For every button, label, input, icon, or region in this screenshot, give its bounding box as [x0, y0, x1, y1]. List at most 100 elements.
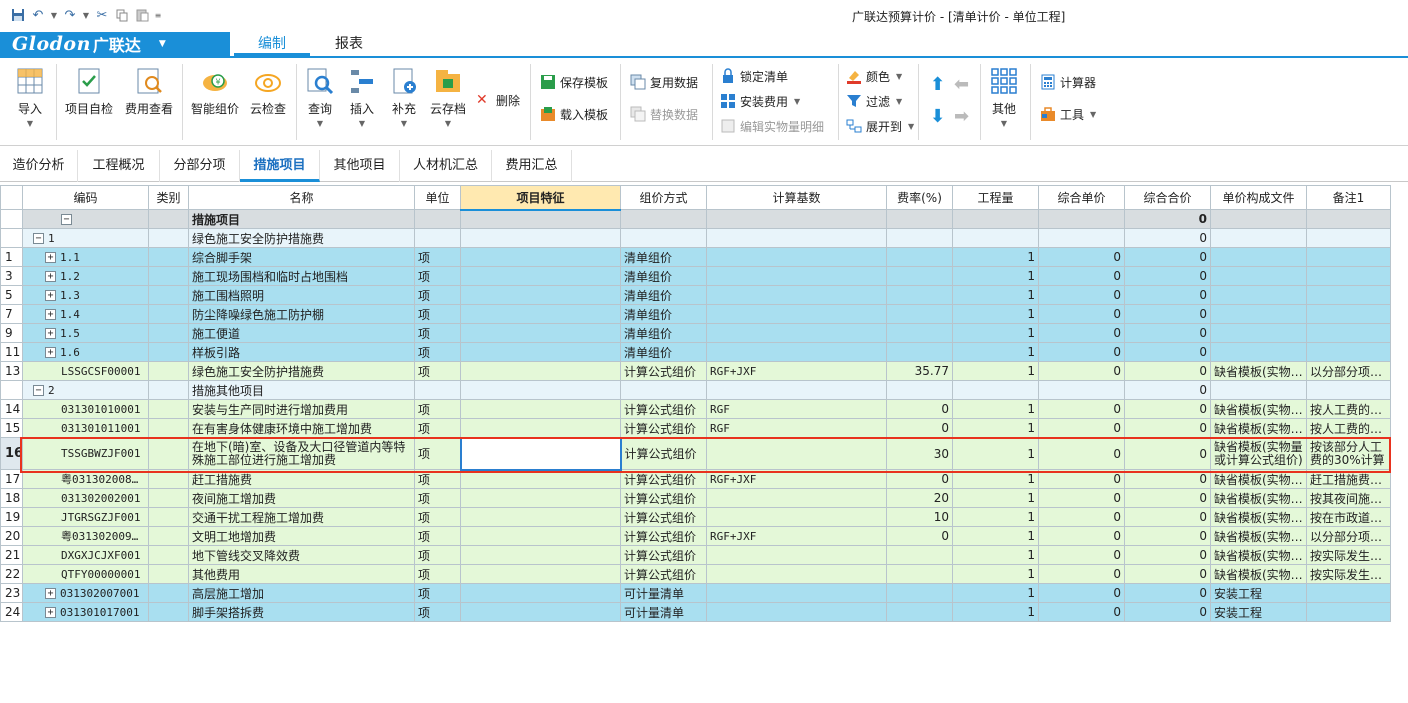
unit-price-cell[interactable]: 0 — [1038, 583, 1125, 603]
category-cell[interactable] — [148, 380, 189, 400]
price-file-cell[interactable]: 缺省模板(实物… — [1210, 526, 1307, 546]
feature-cell[interactable] — [460, 469, 621, 489]
unit-price-cell[interactable]: 0 — [1038, 361, 1125, 381]
unit-price-cell[interactable]: 0 — [1038, 323, 1125, 343]
base-cell[interactable] — [706, 266, 887, 286]
price-file-cell[interactable]: 缺省模板(实物… — [1210, 564, 1307, 584]
price-file-cell[interactable]: 缺省模板(实物… — [1210, 399, 1307, 419]
method-cell[interactable]: 可计量清单 — [620, 602, 707, 622]
rate-cell[interactable] — [886, 209, 953, 229]
price-file-cell[interactable] — [1210, 323, 1307, 343]
unit-cell[interactable]: 项 — [414, 545, 461, 565]
feature-cell[interactable] — [460, 247, 621, 267]
cloud-check-button[interactable]: 云检查 — [246, 66, 290, 138]
name-cell[interactable]: 高层施工增加 — [188, 583, 415, 603]
unit-cell[interactable]: 项 — [414, 304, 461, 324]
name-cell[interactable]: 绿色施工安全防护措施费 — [188, 361, 415, 381]
total-cell[interactable]: 0 — [1124, 342, 1211, 362]
feature-cell[interactable] — [460, 545, 621, 565]
base-cell[interactable] — [706, 209, 887, 229]
tools-button[interactable]: 工具 ▼ — [1040, 104, 1096, 124]
rate-cell[interactable] — [886, 304, 953, 324]
category-cell[interactable] — [148, 323, 189, 343]
category-cell[interactable] — [148, 285, 189, 305]
reuse-data-button[interactable]: 复用数据 — [630, 72, 698, 92]
price-file-cell[interactable]: 缺省模板(实物… — [1210, 507, 1307, 527]
total-cell[interactable]: 0 — [1124, 304, 1211, 324]
qty-cell[interactable]: 1 — [952, 507, 1039, 527]
feature-cell[interactable] — [460, 209, 621, 229]
table-row[interactable]: 5 +1.3 施工围档照明项清单组价 1 0 0 — [0, 285, 1391, 305]
qty-cell[interactable]: 1 — [952, 342, 1039, 362]
code-cell[interactable]: +031301017001 — [22, 602, 149, 622]
base-cell[interactable]: RGF — [706, 418, 887, 438]
category-cell[interactable] — [148, 488, 189, 508]
table-row[interactable]: − 措施项目 0 — [0, 209, 1391, 229]
header-category[interactable]: 类别 — [148, 185, 189, 210]
total-cell[interactable]: 0 — [1124, 507, 1211, 527]
qty-cell[interactable] — [952, 228, 1039, 248]
category-cell[interactable] — [148, 564, 189, 584]
code-cell[interactable]: 粤031302008… — [22, 469, 149, 489]
feature-cell[interactable] — [460, 323, 621, 343]
code-cell[interactable]: +1.1 — [22, 247, 149, 267]
total-cell[interactable]: 0 — [1124, 209, 1211, 229]
name-cell[interactable]: 综合脚手架 — [188, 247, 415, 267]
code-cell[interactable]: TSSGBWZJF001 — [22, 437, 149, 470]
feature-cell[interactable] — [460, 380, 621, 400]
method-cell[interactable]: 清单组价 — [620, 285, 707, 305]
unit-cell[interactable] — [414, 228, 461, 248]
rate-cell[interactable] — [886, 247, 953, 267]
feature-cell[interactable] — [460, 399, 621, 419]
unit-price-cell[interactable]: 0 — [1038, 526, 1125, 546]
collapse-icon[interactable]: − — [33, 233, 44, 244]
header-qty[interactable]: 工程量 — [952, 185, 1039, 210]
note-cell[interactable] — [1306, 342, 1391, 362]
note-cell[interactable]: 以分部分项… — [1306, 361, 1391, 381]
unit-price-cell[interactable] — [1038, 209, 1125, 229]
note-cell[interactable]: 按人工费的… — [1306, 418, 1391, 438]
table-row[interactable]: 16 TSSGBWZJF001 在地下(暗)室、设备及大口径管道内等特殊施工部位进行… — [0, 436, 1391, 471]
qty-cell[interactable] — [952, 380, 1039, 400]
price-file-cell[interactable] — [1210, 228, 1307, 248]
qty-cell[interactable]: 1 — [952, 583, 1039, 603]
note-cell[interactable] — [1306, 380, 1391, 400]
base-cell[interactable]: RGF+JXF — [706, 526, 887, 546]
unit-price-cell[interactable]: 0 — [1038, 399, 1125, 419]
unit-cell[interactable]: 项 — [414, 526, 461, 546]
total-cell[interactable]: 0 — [1124, 266, 1211, 286]
collapse-icon[interactable]: − — [33, 385, 44, 396]
feature-cell[interactable] — [460, 564, 621, 584]
replace-data-button[interactable]: 替换数据 — [630, 104, 698, 124]
total-cell[interactable]: 0 — [1124, 380, 1211, 400]
code-cell[interactable]: DXGXJCJXF001 — [22, 545, 149, 565]
rate-cell[interactable] — [886, 228, 953, 248]
note-cell[interactable]: 以分部分项… — [1306, 526, 1391, 546]
note-cell[interactable]: 按其夜间施… — [1306, 488, 1391, 508]
base-cell[interactable] — [706, 602, 887, 622]
tab-sub-items[interactable]: 分部分项 — [160, 150, 240, 182]
unit-cell[interactable]: 项 — [414, 564, 461, 584]
calculator-button[interactable]: 计算器 — [1040, 72, 1096, 92]
smart-price-button[interactable]: ¥ 智能组价 — [188, 66, 242, 138]
code-cell[interactable]: +1.2 — [22, 266, 149, 286]
expand-icon[interactable]: + — [45, 328, 56, 339]
table-row[interactable]: 18 031302002001 夜间施工增加费项计算公式组价 20 1 0 0 缺省模板(实物… — [0, 488, 1391, 508]
code-cell[interactable]: 031301010001 — [22, 399, 149, 419]
note-cell[interactable] — [1306, 228, 1391, 248]
note-cell[interactable]: 按该部分人工费的30%计算 — [1306, 437, 1391, 470]
feature-cell[interactable] — [460, 602, 621, 622]
code-cell[interactable]: +1.6 — [22, 342, 149, 362]
filter-button[interactable]: 过滤 ▼ — [846, 91, 902, 111]
code-cell[interactable]: +1.5 — [22, 323, 149, 343]
price-file-cell[interactable]: 安装工程 — [1210, 602, 1307, 622]
category-cell[interactable] — [148, 342, 189, 362]
note-cell[interactable] — [1306, 583, 1391, 603]
name-cell[interactable]: 地下管线交叉降效费 — [188, 545, 415, 565]
total-cell[interactable]: 0 — [1124, 564, 1211, 584]
table-row[interactable]: 20 粤031302009… 文明工地增加费项计算公式组价 RGF+JXF 0 1 0 0 缺省… — [0, 526, 1391, 546]
redo-dropdown-icon[interactable]: ▼ — [82, 6, 90, 24]
category-cell[interactable] — [148, 228, 189, 248]
unit-cell[interactable]: 项 — [414, 285, 461, 305]
method-cell[interactable]: 计算公式组价 — [620, 526, 707, 546]
